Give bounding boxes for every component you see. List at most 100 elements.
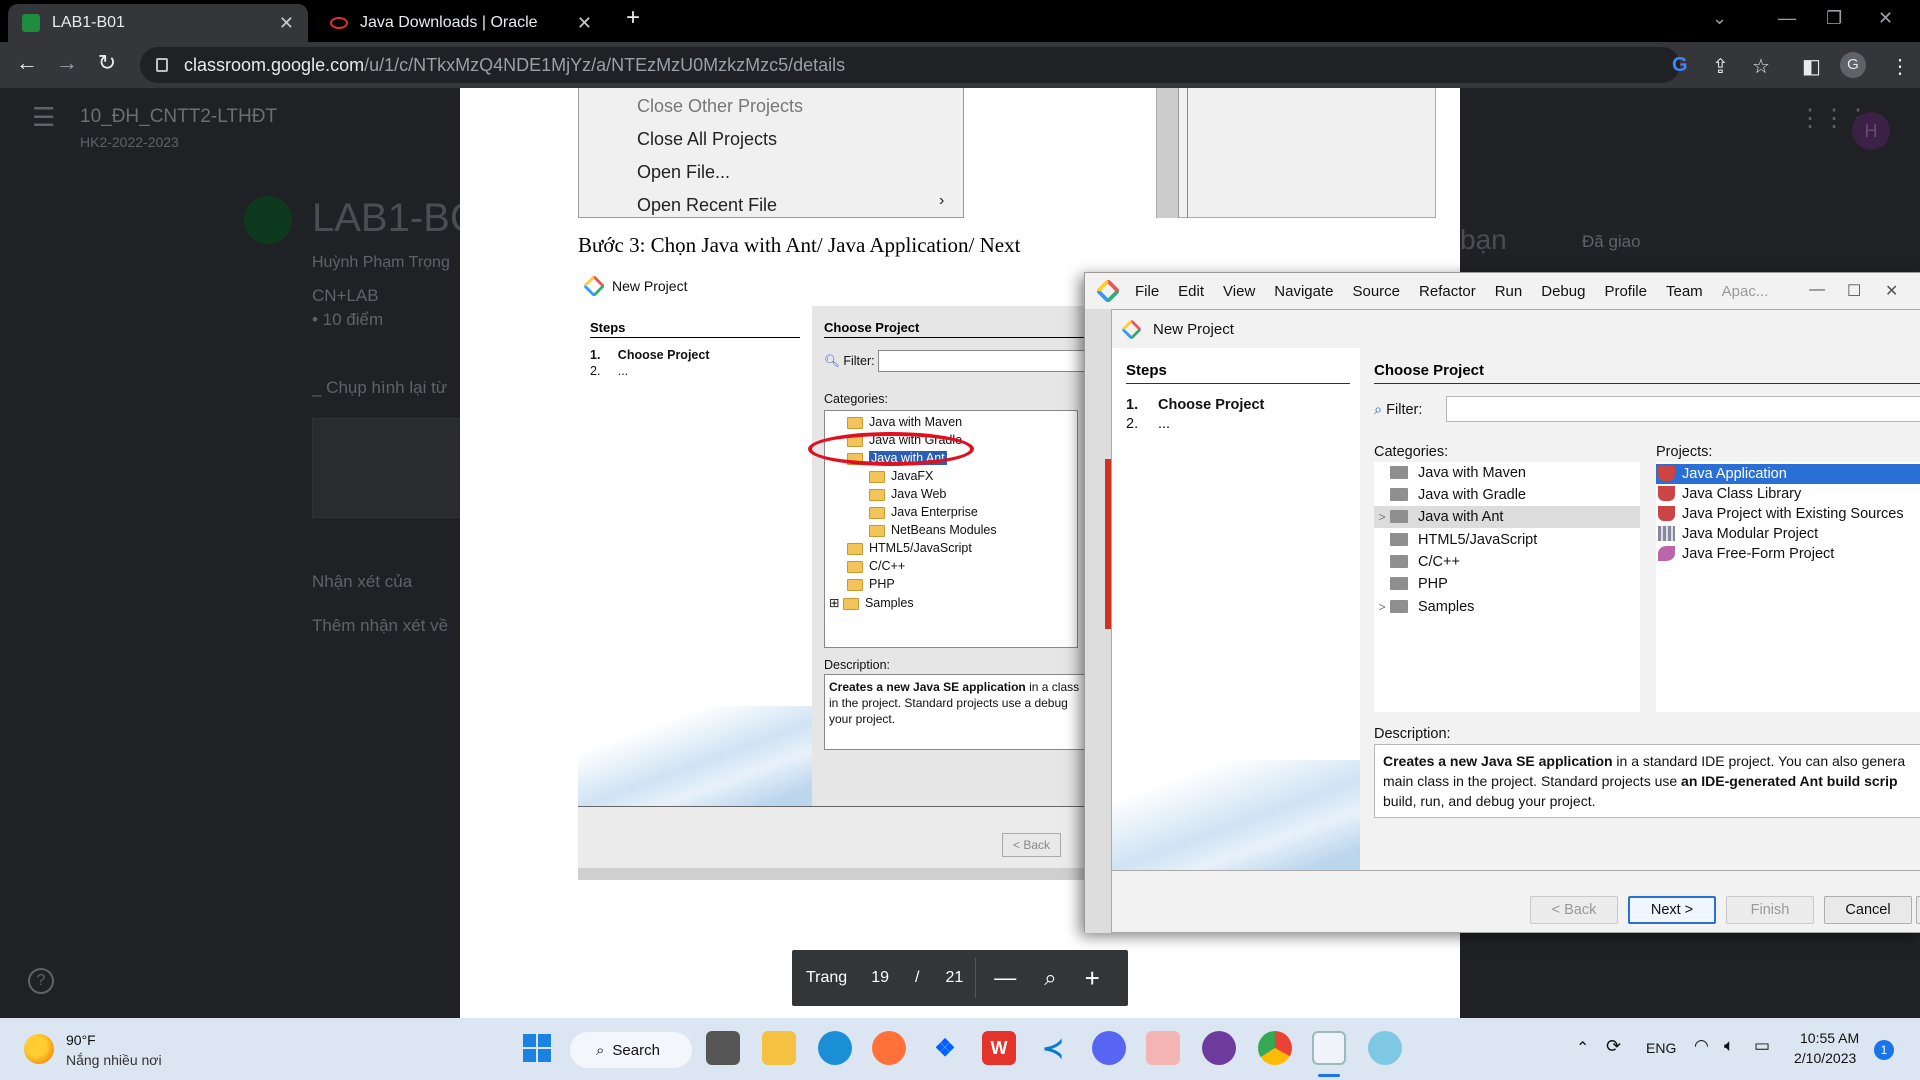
firefox-icon[interactable] xyxy=(872,1031,906,1065)
wifi-icon[interactable]: ◠ xyxy=(1694,1036,1709,1056)
wps-office-icon[interactable]: W xyxy=(982,1031,1016,1065)
oracle-favicon-icon xyxy=(330,17,348,29)
discord-icon[interactable] xyxy=(1092,1031,1126,1065)
side-panel-icon[interactable]: ◧ xyxy=(1802,54,1821,79)
profile-avatar[interactable]: G xyxy=(1840,52,1866,78)
step-2-number: 2. xyxy=(1126,416,1139,432)
mini-cat-javafx: JavaFX xyxy=(869,469,933,483)
snipping-tool-icon[interactable] xyxy=(1146,1031,1180,1065)
mini-cat-cpp: C/C++ xyxy=(847,559,905,573)
google-lens-icon[interactable]: G xyxy=(1672,54,1688,77)
finish-button[interactable]: Finish xyxy=(1726,896,1814,924)
zoom-icon[interactable]: ⌕ xyxy=(1044,965,1056,991)
folder-icon xyxy=(1390,599,1408,613)
project-java-modular[interactable]: Java Modular Project xyxy=(1656,524,1818,544)
nb-close-icon[interactable]: ✕ xyxy=(1885,281,1898,301)
assignment-title: LAB1-BC xyxy=(312,196,479,240)
menu-profile[interactable]: Profile xyxy=(1604,283,1647,300)
weather-sun-icon[interactable] xyxy=(24,1034,54,1064)
language-indicator[interactable]: ENG xyxy=(1646,1040,1676,1056)
menu-edit[interactable]: Edit xyxy=(1178,283,1204,300)
project-java-class-library[interactable]: Java Class Library xyxy=(1656,484,1801,504)
vscode-icon[interactable]: ≺ xyxy=(1036,1031,1070,1065)
reload-icon[interactable]: ↻ xyxy=(92,50,122,76)
share-icon[interactable]: ⇪ xyxy=(1712,54,1729,79)
menu-debug[interactable]: Debug xyxy=(1541,283,1585,300)
nb-maximize-icon[interactable]: ☐ xyxy=(1847,281,1861,301)
zoom-in-icon[interactable]: + xyxy=(1085,963,1100,994)
github-desktop-icon[interactable] xyxy=(1202,1031,1236,1065)
close-tab-icon[interactable]: ✕ xyxy=(577,13,592,34)
hamburger-menu-icon[interactable]: ☰ xyxy=(32,102,55,133)
menu-view[interactable]: View xyxy=(1223,283,1255,300)
mini-steps-panel: Steps 1. Choose Project 2. ... xyxy=(578,306,812,806)
menu-run[interactable]: Run xyxy=(1495,283,1523,300)
chrome-icon[interactable] xyxy=(1258,1031,1292,1065)
task-view-icon[interactable] xyxy=(706,1031,740,1065)
weather-description[interactable]: Nắng nhiều nơi xyxy=(66,1052,162,1068)
clock-time[interactable]: 10:55 AM xyxy=(1800,1030,1859,1046)
close-window-icon[interactable]: ✕ xyxy=(1878,8,1893,29)
new-tab-button[interactable]: + xyxy=(626,4,640,32)
file-explorer-icon[interactable] xyxy=(762,1031,796,1065)
class-name[interactable]: 10_ĐH_CNTT2-LTHĐT xyxy=(80,106,277,128)
browser-menu-icon[interactable]: ⋮ xyxy=(1890,54,1910,79)
help-button[interactable] xyxy=(1916,896,1920,924)
category-java-with-ant[interactable]: > Java with Ant xyxy=(1374,506,1640,528)
category-php[interactable]: PHP xyxy=(1374,573,1640,595)
mini-cat-html5: HTML5/JavaScript xyxy=(847,541,972,555)
netbeans-logo-icon xyxy=(582,274,606,298)
project-java-application[interactable]: Java Application xyxy=(1656,464,1920,484)
project-existing-sources[interactable]: Java Project with Existing Sources xyxy=(1656,504,1904,524)
tray-chevron-icon[interactable]: ⌃ xyxy=(1576,1038,1589,1058)
address-bar[interactable]: classroom.google.com/u/1/c/NTkxMzQ4NDE1M… xyxy=(140,47,1680,83)
dropbox-icon[interactable]: ❖ xyxy=(928,1031,962,1065)
tab-java-downloads[interactable]: Java Downloads | Oracle ✕ xyxy=(316,4,606,42)
cancel-button[interactable]: Cancel xyxy=(1824,896,1912,924)
edge-icon[interactable] xyxy=(818,1031,852,1065)
category-samples[interactable]: > Samples xyxy=(1374,596,1640,618)
category-java-with-gradle[interactable]: Java with Gradle xyxy=(1374,484,1640,506)
menu-source[interactable]: Source xyxy=(1352,283,1400,300)
close-tab-icon[interactable]: ✕ xyxy=(279,13,294,34)
folder-icon xyxy=(1390,465,1408,479)
add-comment-link[interactable]: Thêm nhận xét về xyxy=(312,616,448,636)
help-icon[interactable]: ? xyxy=(28,968,54,994)
battery-icon[interactable]: ▭ xyxy=(1754,1036,1770,1056)
menu-apache[interactable]: Apac... xyxy=(1722,283,1769,300)
tab-lab1-b01[interactable]: LAB1-B01 ✕ xyxy=(8,4,308,42)
back-icon[interactable]: ← xyxy=(12,50,42,76)
menu-open-recent-file: Open Recent File xyxy=(637,195,778,215)
menu-file[interactable]: File xyxy=(1135,283,1159,300)
taskbar-search-box[interactable]: ⌕ Search xyxy=(570,1032,692,1068)
category-java-with-maven[interactable]: Java with Maven xyxy=(1374,462,1640,484)
menu-navigate[interactable]: Navigate xyxy=(1274,283,1333,300)
filter-input[interactable] xyxy=(1446,396,1920,422)
bookmark-star-icon[interactable]: ☆ xyxy=(1752,54,1770,79)
paint-icon[interactable] xyxy=(1368,1031,1402,1065)
red-highlight-oval xyxy=(808,432,974,466)
category-cpp[interactable]: C/C++ xyxy=(1374,551,1640,573)
nb-minimize-icon[interactable]: — xyxy=(1809,281,1825,299)
minimize-icon[interactable]: — xyxy=(1778,8,1796,29)
windows-start-icon[interactable] xyxy=(520,1031,554,1065)
zoom-out-icon[interactable]: — xyxy=(994,965,1016,991)
user-avatar[interactable]: H xyxy=(1852,112,1890,150)
weather-temperature[interactable]: 90°F xyxy=(66,1032,96,1048)
forward-icon[interactable]: → xyxy=(52,50,82,76)
clock-date[interactable]: 2/10/2023 xyxy=(1794,1050,1856,1066)
menu-refactor[interactable]: Refactor xyxy=(1419,283,1476,300)
back-button[interactable]: < Back xyxy=(1530,896,1618,924)
category-html5-javascript[interactable]: HTML5/JavaScript xyxy=(1374,529,1640,551)
next-button[interactable]: Next > xyxy=(1628,896,1716,924)
tab-search-icon[interactable]: ⌄ xyxy=(1712,8,1727,29)
volume-icon[interactable]: 🔈︎ xyxy=(1724,1036,1734,1056)
project-free-form[interactable]: Java Free-Form Project xyxy=(1656,544,1834,564)
sync-icon[interactable]: ⟳ xyxy=(1606,1036,1621,1057)
notification-badge[interactable]: 1 xyxy=(1874,1040,1894,1060)
attachment-thumbnail[interactable] xyxy=(312,418,462,518)
current-page-input[interactable]: 19 xyxy=(871,969,889,987)
menu-team[interactable]: Team xyxy=(1666,283,1703,300)
netbeans-taskbar-icon[interactable] xyxy=(1312,1031,1346,1065)
restore-icon[interactable]: ❐ xyxy=(1826,8,1842,29)
